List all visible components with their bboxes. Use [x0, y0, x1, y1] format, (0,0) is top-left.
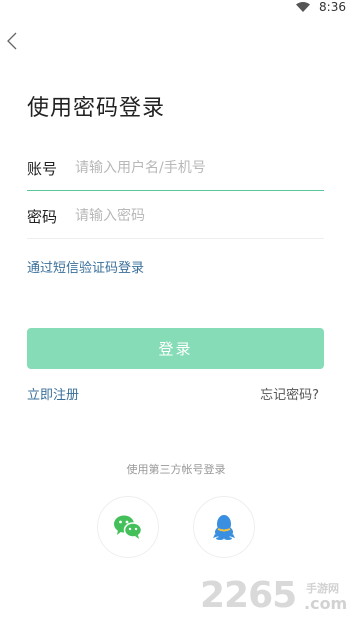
- qq-login-button[interactable]: [193, 496, 255, 558]
- chevron-left-icon: [7, 32, 17, 50]
- account-input[interactable]: [75, 160, 324, 176]
- wechat-icon: [114, 515, 143, 539]
- watermark-number: 2265: [200, 575, 297, 616]
- login-screen: 8:36 使用密码登录 账号 密码 通过短信验证码登录 登录 立即注册 忘记密码…: [0, 0, 352, 630]
- status-time: 8:36: [319, 0, 346, 14]
- back-button[interactable]: [4, 30, 20, 52]
- account-field: 账号: [27, 146, 324, 191]
- third-party-label: 使用第三方帐号登录: [126, 463, 226, 476]
- forgot-password-link[interactable]: 忘记密码?: [260, 384, 319, 403]
- sms-login-link[interactable]: 通过短信验证码登录: [27, 257, 144, 276]
- password-input[interactable]: [75, 208, 324, 224]
- watermark-domain: .com: [304, 594, 348, 613]
- register-link[interactable]: 立即注册: [27, 384, 79, 403]
- login-button[interactable]: 登录: [27, 328, 324, 369]
- qq-icon: [213, 515, 235, 540]
- password-field: 密码: [27, 194, 324, 239]
- status-bar: 8:36: [0, 0, 352, 16]
- password-label: 密码: [27, 207, 58, 226]
- watermark: 2265 手游网 .com: [200, 574, 350, 624]
- page-title: 使用密码登录: [27, 96, 166, 121]
- wifi-icon: [296, 2, 310, 12]
- wechat-login-button[interactable]: [97, 496, 159, 558]
- account-label: 账号: [27, 159, 58, 178]
